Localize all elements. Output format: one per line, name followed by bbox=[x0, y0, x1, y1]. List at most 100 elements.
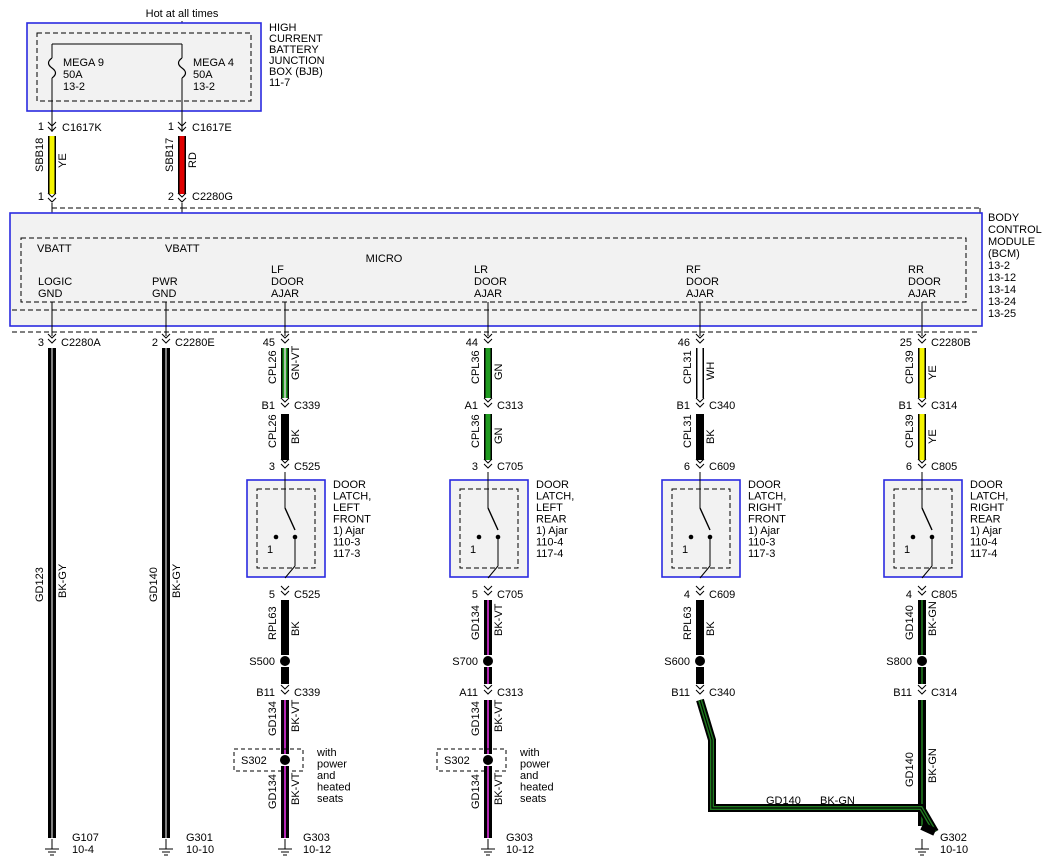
latch-switch-contact bbox=[476, 534, 482, 540]
door-wire-3b bbox=[282, 667, 288, 684]
door-pin2: B11 bbox=[256, 687, 275, 699]
latch-in-connector-b bbox=[917, 463, 927, 469]
door-bcm-connector-b bbox=[483, 338, 493, 344]
feed-wire-label-circuit: SBB17 bbox=[164, 138, 176, 172]
door-wire-1-label-code: WH bbox=[705, 362, 717, 380]
door-pin2: B11 bbox=[671, 687, 690, 699]
feed-wire bbox=[179, 136, 185, 194]
latch-in-connector-b bbox=[695, 463, 705, 469]
bcm-title-text: 13-12 bbox=[988, 272, 1016, 284]
crossover-wire-outline bbox=[696, 698, 939, 835]
wiring-diagram: Hot at all timesHIGHCURRENTBATTERYJUNCTI… bbox=[9, 8, 1042, 856]
bcm-box bbox=[9, 212, 983, 327]
ground-conn: C2280E bbox=[175, 337, 215, 349]
latch-in-connector-b bbox=[280, 463, 290, 469]
door-wire-1-label-code: GN bbox=[493, 363, 505, 380]
door-splice-dot bbox=[280, 656, 290, 666]
bcm-port-label: LR bbox=[474, 264, 488, 276]
door-wire-5-stripe bbox=[487, 766, 489, 838]
bcm-port-label: LOGIC bbox=[38, 276, 72, 288]
optional-splice-label: S302 bbox=[241, 755, 267, 767]
latch-switch-contact bbox=[273, 534, 279, 540]
door-splice-label: S800 bbox=[886, 656, 912, 668]
ground-wire-label-code: BK-GY bbox=[171, 563, 183, 598]
bcm-port-label: GND bbox=[38, 288, 63, 300]
door-latch-label: 1) Ajar bbox=[333, 525, 365, 537]
door-wire-3 bbox=[697, 600, 703, 655]
latch-out-connector-b bbox=[483, 590, 493, 596]
door-wire-4-label-code: BK-GN bbox=[927, 748, 939, 783]
optional-splice-note: seats bbox=[520, 793, 547, 805]
bcm-port-label: RF bbox=[686, 264, 701, 276]
bcm-title-text: 13-24 bbox=[988, 296, 1016, 308]
door-wire-3-stripe bbox=[921, 600, 923, 655]
door-inline-pin: B1 bbox=[262, 400, 275, 412]
latch-conn-out: C705 bbox=[497, 589, 523, 601]
crossover-wire-core bbox=[699, 699, 936, 833]
feed-bottom-pin: 1 bbox=[38, 191, 44, 203]
latch-switch-contact bbox=[292, 534, 298, 540]
door-inline-pin: B1 bbox=[677, 400, 690, 412]
bcm-title-text: 13-25 bbox=[988, 308, 1016, 320]
bcm-port-label: RR bbox=[908, 264, 924, 276]
door-inline-conn: C313 bbox=[497, 400, 523, 412]
door-wire-3-label-circuit: GD134 bbox=[470, 605, 482, 640]
door-bcm-connector-b bbox=[917, 338, 927, 344]
ground-id: G301 bbox=[186, 832, 213, 844]
door-wire-2-label-code: GN bbox=[493, 427, 505, 444]
door-wire-2-label-circuit: CPL26 bbox=[267, 414, 279, 448]
bcm-port-label: GND bbox=[152, 288, 177, 300]
fuse-label: 50A bbox=[193, 69, 213, 81]
feed-bottom-conn: C2280G bbox=[192, 191, 233, 203]
door-inline-conn: C340 bbox=[709, 400, 735, 412]
door-latch-label: FRONT bbox=[333, 514, 371, 526]
latch-switch-number: 1 bbox=[470, 544, 476, 556]
fuse-label: 50A bbox=[63, 69, 83, 81]
door-wire-1-label-code: GN-VT bbox=[290, 346, 302, 381]
door-wire-3b-stripe bbox=[921, 667, 923, 684]
door-wire-5-label-circuit: GD134 bbox=[267, 774, 279, 809]
door-wire-2 bbox=[697, 414, 703, 460]
fuse-label: 13-2 bbox=[193, 81, 215, 93]
door-connector-2 bbox=[917, 684, 927, 690]
door-wire-3-label-circuit: GD140 bbox=[904, 605, 916, 640]
optional-splice-dot bbox=[280, 755, 290, 765]
door-latch-label: 110-4 bbox=[970, 537, 997, 549]
door-wire-3-stripe bbox=[487, 600, 489, 655]
door-latch-label: DOOR bbox=[970, 479, 1003, 491]
bcm-port-label: PWR bbox=[152, 276, 178, 288]
door-latch-label: RIGHT bbox=[748, 502, 783, 514]
bjb-title-text: 11-7 bbox=[269, 77, 290, 89]
door-wire-1-stripe bbox=[284, 348, 286, 398]
bcm-title-text: BODY bbox=[988, 212, 1020, 224]
door-bcm-pin: 25 bbox=[900, 337, 912, 349]
door-latch-label: 110-3 bbox=[748, 537, 775, 549]
optional-splice-note: power bbox=[317, 759, 347, 771]
door-wire-5-label-code: BK-VT bbox=[493, 772, 505, 805]
latch-out-connector-b bbox=[695, 590, 705, 596]
optional-splice-label: S302 bbox=[444, 755, 470, 767]
latch-out-connector-b bbox=[280, 590, 290, 596]
door-inline-connector-b bbox=[695, 402, 705, 408]
door-latch-box bbox=[883, 479, 963, 578]
door-latch-label: DOOR bbox=[536, 479, 569, 491]
bcm-port-label: AJAR bbox=[686, 288, 714, 300]
door-latch-box bbox=[246, 479, 326, 578]
door-connector-2 bbox=[695, 684, 705, 690]
latch-switch-number: 1 bbox=[682, 544, 688, 556]
door-wire-2-label-circuit: CPL31 bbox=[682, 414, 694, 448]
crossover-circuit: GD140 bbox=[766, 795, 801, 807]
door-latch-label: 117-3 bbox=[748, 548, 775, 560]
door-latch-label: 117-4 bbox=[970, 548, 997, 560]
door-latch-label: LATCH, bbox=[536, 491, 574, 503]
door-latch-label: 117-3 bbox=[333, 548, 360, 560]
feed-top-conn: C1617K bbox=[62, 122, 102, 134]
latch-switch-contact bbox=[910, 534, 916, 540]
door-bcm-pin: 46 bbox=[678, 337, 690, 349]
door-latch-label: REAR bbox=[536, 514, 567, 526]
optional-splice-note: seats bbox=[317, 793, 344, 805]
optional-splice-note: power bbox=[520, 759, 550, 771]
vbatt-label: VBATT bbox=[165, 243, 200, 255]
door-inline-connector bbox=[695, 397, 705, 403]
power-source-label: Hot at all times bbox=[146, 8, 219, 20]
